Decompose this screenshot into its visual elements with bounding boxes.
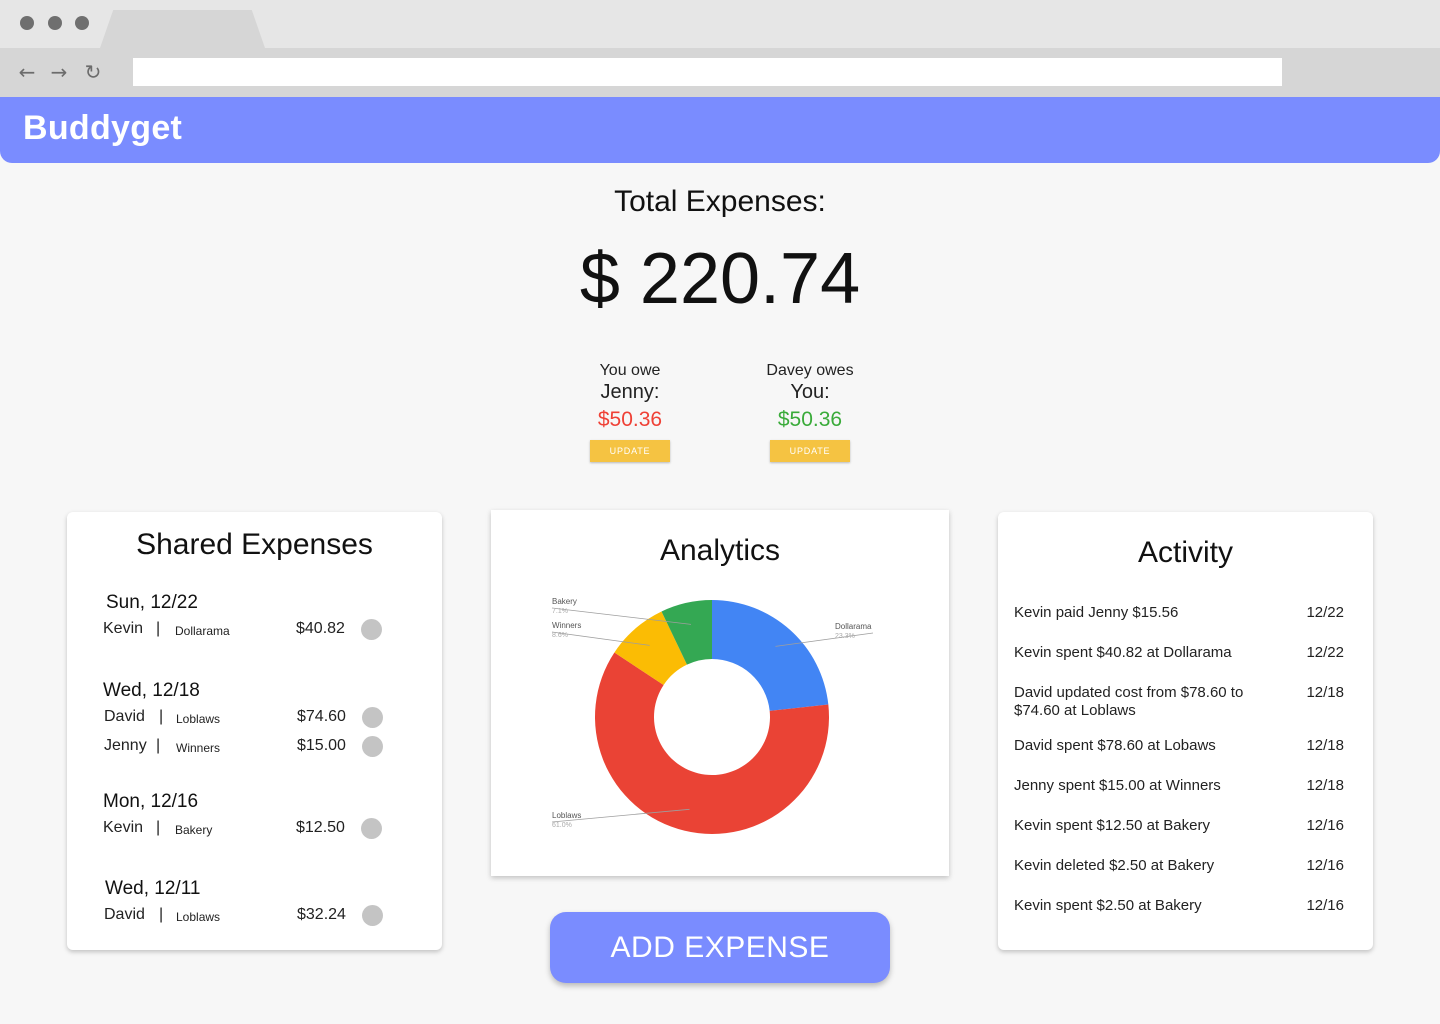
activity-item[interactable]: Kevin spent $2.50 at Bakery 12/16 <box>1014 897 1344 915</box>
balance-line1: Davey owes <box>766 362 854 379</box>
settle-toggle[interactable] <box>362 707 383 728</box>
activity-text: Jenny spent $15.00 at Winners <box>1014 777 1221 794</box>
activity-item[interactable]: Kevin deleted $2.50 at Bakery 12/16 <box>1014 857 1344 875</box>
balance-line2: Jenny: <box>600 381 660 403</box>
update-button[interactable]: UPDATE <box>770 440 850 462</box>
expense-date: Mon, 12/16 <box>103 791 199 812</box>
slice-value-label: 8.6% <box>552 632 568 639</box>
expense-person: David <box>104 708 145 725</box>
expense-person: Kevin <box>103 819 144 836</box>
reload-icon[interactable]: ↻ <box>82 58 104 86</box>
window-minimize-dot[interactable] <box>48 16 62 30</box>
activity-text: Kevin spent $40.82 at Dollarama <box>1014 644 1232 661</box>
activity-date: 12/22 <box>1306 644 1344 661</box>
back-arrow-icon[interactable]: ← <box>16 58 38 86</box>
expense-store: Bakery <box>175 823 213 837</box>
total-expenses-label: Total Expenses: <box>614 185 826 218</box>
separator: | <box>159 708 164 725</box>
expense-store: Winners <box>176 741 221 755</box>
activity-text: Kevin spent $2.50 at Bakery <box>1014 897 1202 914</box>
expense-date: Wed, 12/18 <box>103 680 200 701</box>
activity-title: Activity <box>1137 536 1233 569</box>
separator: | <box>159 906 164 923</box>
expense-row[interactable]: Jenny | Winners $15.00 <box>104 736 404 759</box>
expense-amount: $40.82 <box>296 620 345 637</box>
activity-text: David updated cost from $78.60 to $74.60… <box>1014 684 1244 719</box>
expense-person: Kevin <box>103 620 144 637</box>
app-header: Buddyget <box>0 97 1440 163</box>
settle-toggle[interactable] <box>362 736 383 757</box>
expense-amount: $15.00 <box>297 737 346 754</box>
expense-date: Sun, 12/22 <box>106 592 198 613</box>
activity-text: Kevin deleted $2.50 at Bakery <box>1014 857 1215 874</box>
shared-expenses-card: Shared Expenses Sun, 12/22 Kevin | Dolla… <box>67 512 442 950</box>
settle-toggle[interactable] <box>361 818 382 839</box>
expense-row[interactable]: Kevin | Dollarama $40.82 <box>103 619 403 642</box>
address-bar[interactable] <box>133 58 1282 86</box>
expense-amount: $74.60 <box>297 708 346 725</box>
browser-chrome: ← → ↻ <box>0 0 1440 97</box>
expense-row[interactable]: Kevin | Bakery $12.50 <box>103 818 403 841</box>
activity-date: 12/16 <box>1306 857 1344 874</box>
app-logo-text[interactable]: Buddyget <box>23 109 182 148</box>
activity-date: 12/16 <box>1306 897 1344 914</box>
forward-arrow-icon[interactable]: → <box>48 58 70 86</box>
balance-line2: You: <box>790 381 830 403</box>
activity-text: David spent $78.60 at Lobaws <box>1014 737 1216 754</box>
expense-date: Wed, 12/11 <box>105 878 201 899</box>
activity-date: 12/18 <box>1306 777 1344 794</box>
donut-slice-dollarama[interactable] <box>712 600 829 711</box>
balance-amount: $50.36 <box>597 408 663 431</box>
browser-tab[interactable] <box>100 10 265 48</box>
expense-store: Loblaws <box>176 712 221 726</box>
expense-row[interactable]: David | Loblaws $32.24 <box>104 905 404 928</box>
slice-label: Dollarama <box>835 622 872 631</box>
expense-amount: $32.24 <box>297 906 346 923</box>
activity-item[interactable]: Kevin spent $12.50 at Bakery 12/16 <box>1014 817 1344 835</box>
balance-you-owe: You owe Jenny: $50.36 UPDATE <box>550 362 710 462</box>
slice-label: Loblaws <box>552 811 581 820</box>
activity-item[interactable]: Jenny spent $15.00 at Winners 12/18 <box>1014 777 1344 795</box>
activity-item[interactable]: Kevin paid Jenny $15.56 12/22 <box>1014 604 1344 622</box>
settle-toggle[interactable] <box>361 619 382 640</box>
activity-item[interactable]: Kevin spent $40.82 at Dollarama 12/22 <box>1014 644 1344 662</box>
analytics-card: Analytics Dollarama 23.3% Loblaws 61.0% Winn… <box>491 510 949 876</box>
total-expenses-value: $ 220.74 <box>579 239 861 319</box>
shared-expenses-title: Shared Expenses <box>136 528 373 561</box>
tab-strip <box>0 0 1440 48</box>
slice-value-label: 61.0% <box>552 822 572 829</box>
activity-text: Kevin spent $12.50 at Bakery <box>1014 817 1210 834</box>
expense-store: Loblaws <box>176 910 221 924</box>
balance-owes-you: Davey owes You: $50.36 UPDATE <box>730 362 890 462</box>
settle-toggle[interactable] <box>362 905 383 926</box>
separator: | <box>156 819 161 836</box>
expense-amount: $12.50 <box>296 819 345 836</box>
slice-label: Bakery <box>552 597 577 606</box>
balance-amount: $50.36 <box>777 408 843 431</box>
activity-item[interactable]: David spent $78.60 at Lobaws 12/18 <box>1014 737 1344 755</box>
expense-store: Dollarama <box>175 624 230 638</box>
activity-text: Kevin paid Jenny $15.56 <box>1014 604 1179 621</box>
expense-person: Jenny <box>104 737 147 754</box>
slice-label: Winners <box>552 621 581 630</box>
slice-value-label: 7.1% <box>552 608 568 615</box>
activity-date: 12/16 <box>1306 817 1344 834</box>
balance-line1: You owe <box>599 362 661 379</box>
expense-donut-chart: Dollarama 23.3% Loblaws 61.0% Winners 8.6% Bak… <box>551 597 874 834</box>
activity-date: 12/18 <box>1306 737 1344 754</box>
activity-date: 12/18 <box>1306 684 1344 701</box>
update-button[interactable]: UPDATE <box>590 440 670 462</box>
window-maximize-dot[interactable] <box>75 16 89 30</box>
add-expense-button[interactable]: ADD EXPENSE <box>550 912 890 983</box>
separator: | <box>156 620 161 637</box>
browser-toolbar: ← → ↻ <box>0 48 1440 97</box>
separator: | <box>156 737 161 754</box>
activity-date: 12/22 <box>1306 604 1344 621</box>
activity-card: Activity Kevin paid Jenny $15.56 12/22 Kev… <box>998 512 1373 950</box>
expense-row[interactable]: David | Loblaws $74.60 <box>104 707 404 730</box>
activity-item[interactable]: David updated cost from $78.60 to $74.60… <box>1014 684 1344 720</box>
expense-person: David <box>104 906 145 923</box>
window-close-dot[interactable] <box>20 16 34 30</box>
slice-value-label: 23.3% <box>835 633 855 640</box>
